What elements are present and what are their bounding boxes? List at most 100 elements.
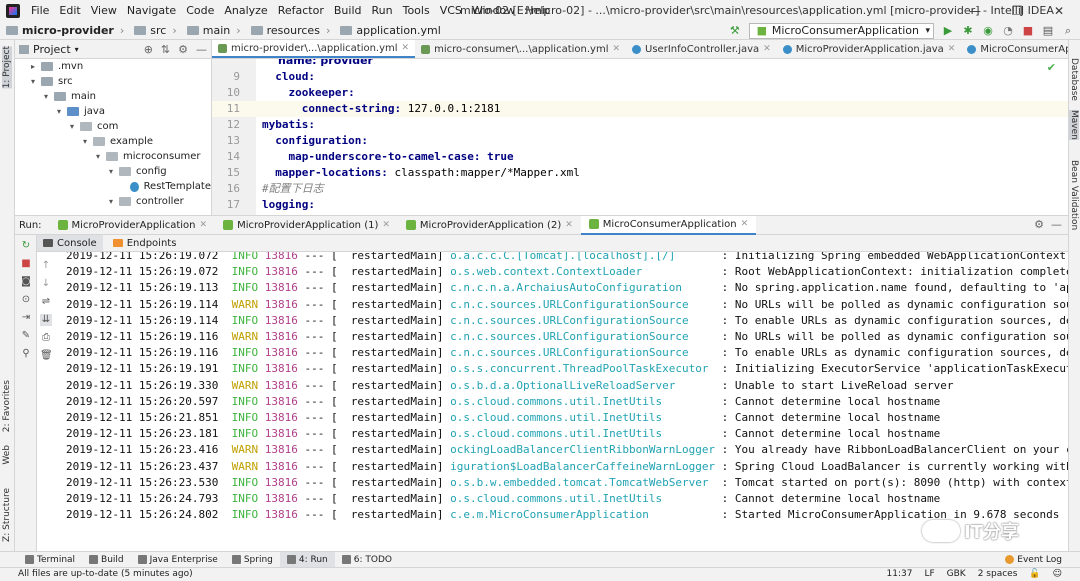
print-icon[interactable]: ⎙ (40, 332, 52, 344)
run-icon[interactable]: ▶ (942, 25, 954, 37)
tree-item[interactable]: ▾ microconsumer (15, 149, 211, 164)
hammer-icon[interactable]: ⚒ (729, 25, 741, 37)
coverage-icon[interactable]: ◉ (982, 25, 994, 37)
tree-item[interactable]: ▾ com (15, 119, 211, 134)
menu-item-view[interactable]: View (86, 0, 122, 22)
tree-item[interactable]: ▾ java (15, 104, 211, 119)
close-icon[interactable]: ✕ (1038, 0, 1080, 22)
collapse-icon[interactable]: ⇅ (161, 43, 170, 56)
restore-icon[interactable]: ❐ (996, 0, 1038, 22)
pin-icon[interactable]: ⚲ (20, 348, 32, 360)
file-encoding[interactable]: GBK (947, 568, 966, 581)
trash-icon[interactable]: 🗑 (40, 350, 53, 362)
menu-item-run[interactable]: Run (367, 0, 398, 22)
bottom-tool-button[interactable]: Terminal (18, 552, 82, 567)
bean-validation-tool-button[interactable]: Bean Validation (1069, 160, 1079, 230)
chevron-icon[interactable]: ▾ (28, 74, 38, 89)
tree-item[interactable]: ▾ main (15, 89, 211, 104)
down-arrow-icon[interactable]: ↓ (40, 278, 52, 290)
code-area[interactable]: name: provider 9 cloud: 10 zookeeper: 11 c… (212, 59, 1068, 215)
menu-item-file[interactable]: File (26, 0, 54, 22)
breadcrumb-item[interactable]: resources › (245, 24, 335, 37)
debug-icon[interactable]: ✱ (962, 25, 974, 37)
run-tab[interactable]: MicroProviderApplication (2) ✕ (398, 216, 581, 235)
chevron-icon[interactable]: ▾ (67, 119, 77, 134)
hide-icon[interactable]: — (196, 43, 207, 56)
chevron-icon[interactable]: ▸ (28, 59, 38, 74)
database-tool-button[interactable]: Database (1069, 58, 1079, 101)
chevron-icon[interactable]: ▾ (80, 134, 90, 149)
editor-tab[interactable]: UserInfoController.java ✕ (626, 40, 777, 58)
event-log-button[interactable]: Event Log (1005, 555, 1062, 565)
bottom-tool-button[interactable]: Spring (225, 552, 280, 567)
close-icon[interactable]: ✕ (948, 44, 956, 54)
close-icon[interactable]: ✕ (763, 44, 771, 54)
stop-icon[interactable]: ■ (1022, 25, 1034, 37)
close-icon[interactable]: ✕ (382, 220, 390, 230)
breadcrumb-item[interactable]: application.yml (334, 24, 444, 37)
structure-tool-button[interactable]: Z: Structure (2, 488, 12, 542)
gear-icon[interactable]: ⚙ — (1034, 218, 1062, 231)
tree-item[interactable]: ▾ src (15, 74, 211, 89)
editor-tab[interactable]: MicroConsumerApplication.java✕ (961, 40, 1068, 58)
run-tab[interactable]: MicroProviderApplication (1) ✕ (215, 216, 398, 235)
profile-icon[interactable]: ◔ (1002, 25, 1014, 37)
menu-item-edit[interactable]: Edit (54, 0, 85, 22)
run-tab[interactable]: MicroConsumerApplication ✕ (580, 215, 757, 235)
line-separator[interactable]: LF (924, 568, 934, 581)
chevron-down-icon[interactable]: ▾ (75, 45, 79, 54)
camera-icon[interactable]: ◙ (20, 276, 32, 288)
chevron-icon[interactable]: ▾ (106, 164, 116, 179)
tree-item[interactable]: ▾ example (15, 134, 211, 149)
menu-item-tools[interactable]: Tools (398, 0, 435, 22)
tab-console[interactable]: Console (37, 235, 103, 251)
menu-item-code[interactable]: Code (181, 0, 219, 22)
close-icon[interactable]: ✕ (200, 220, 208, 230)
close-icon[interactable]: ✕ (565, 220, 573, 230)
run-configuration-select[interactable]: ■ MicroConsumerApplication (748, 23, 934, 39)
editor-tab[interactable]: micro-consumer\...\application.yml ✕ (415, 40, 626, 58)
favorites-tool-button[interactable]: 2: Favorites (2, 380, 12, 432)
editor-tab[interactable]: MicroProviderApplication.java ✕ (777, 40, 962, 58)
tree-item[interactable]: ▸ .mvn (15, 59, 211, 74)
rerun-icon[interactable]: ↻ (20, 240, 32, 252)
stop-icon[interactable]: ■ (20, 258, 32, 270)
chevron-icon[interactable]: ▾ (41, 89, 51, 104)
indent-setting[interactable]: 2 spaces (978, 568, 1018, 581)
breadcrumb-item[interactable]: micro-provider › (0, 24, 128, 37)
project-structure-icon[interactable]: ▤ (1042, 25, 1054, 37)
caret-position[interactable]: 11:37 (887, 568, 913, 581)
lock-icon[interactable]: 🔓 (1029, 568, 1040, 581)
project-panel-title[interactable]: Project (33, 43, 71, 56)
inspector-icon[interactable]: ☺ (1053, 568, 1062, 581)
restore-layout-icon[interactable]: ⊙ (20, 294, 32, 306)
minimize-icon[interactable]: — (954, 0, 996, 22)
editor-tab[interactable]: micro-provider\...\application.yml ✕ (212, 40, 416, 58)
close-icon[interactable]: ✕ (402, 43, 410, 53)
bottom-tool-button[interactable]: 6: TODO (335, 552, 399, 567)
breadcrumb-item[interactable]: src › (128, 24, 180, 37)
close-icon[interactable]: ✕ (741, 219, 749, 229)
console-output[interactable]: 2019-12-11 15:26:19.072 INFO 13816 --- [… (55, 252, 1068, 551)
chevron-icon[interactable]: ▾ (54, 104, 64, 119)
menu-item-navigate[interactable]: Navigate (122, 0, 181, 22)
settings-icon[interactable]: ✎ (20, 330, 32, 342)
up-arrow-icon[interactable]: ↑ (40, 260, 52, 272)
tree-item[interactable]: RestTemplate (15, 179, 211, 194)
run-tab[interactable]: MicroProviderApplication ✕ (50, 216, 216, 235)
gear-icon[interactable]: ⚙ (178, 43, 188, 56)
bottom-tool-button[interactable]: Java Enterprise (131, 552, 225, 567)
close-icon[interactable]: ✕ (612, 44, 620, 54)
search-icon[interactable]: ⌕ (1062, 25, 1074, 37)
web-tool-button[interactable]: Web (2, 445, 12, 465)
bottom-tool-button[interactable]: Build (82, 552, 131, 567)
scroll-to-end-icon[interactable]: ⇊ (40, 314, 52, 326)
bottom-tool-button[interactable]: 4: Run (279, 552, 335, 567)
menu-item-build[interactable]: Build (329, 0, 367, 22)
tab-endpoints[interactable]: Endpoints (107, 235, 183, 251)
menu-item-analyze[interactable]: Analyze (219, 0, 272, 22)
soft-wrap-icon[interactable]: ⇌ (40, 296, 52, 308)
exit-icon[interactable]: ⇥ (20, 312, 32, 324)
maven-tool-button[interactable]: Maven (1069, 110, 1079, 140)
menu-item-refactor[interactable]: Refactor (273, 0, 329, 22)
